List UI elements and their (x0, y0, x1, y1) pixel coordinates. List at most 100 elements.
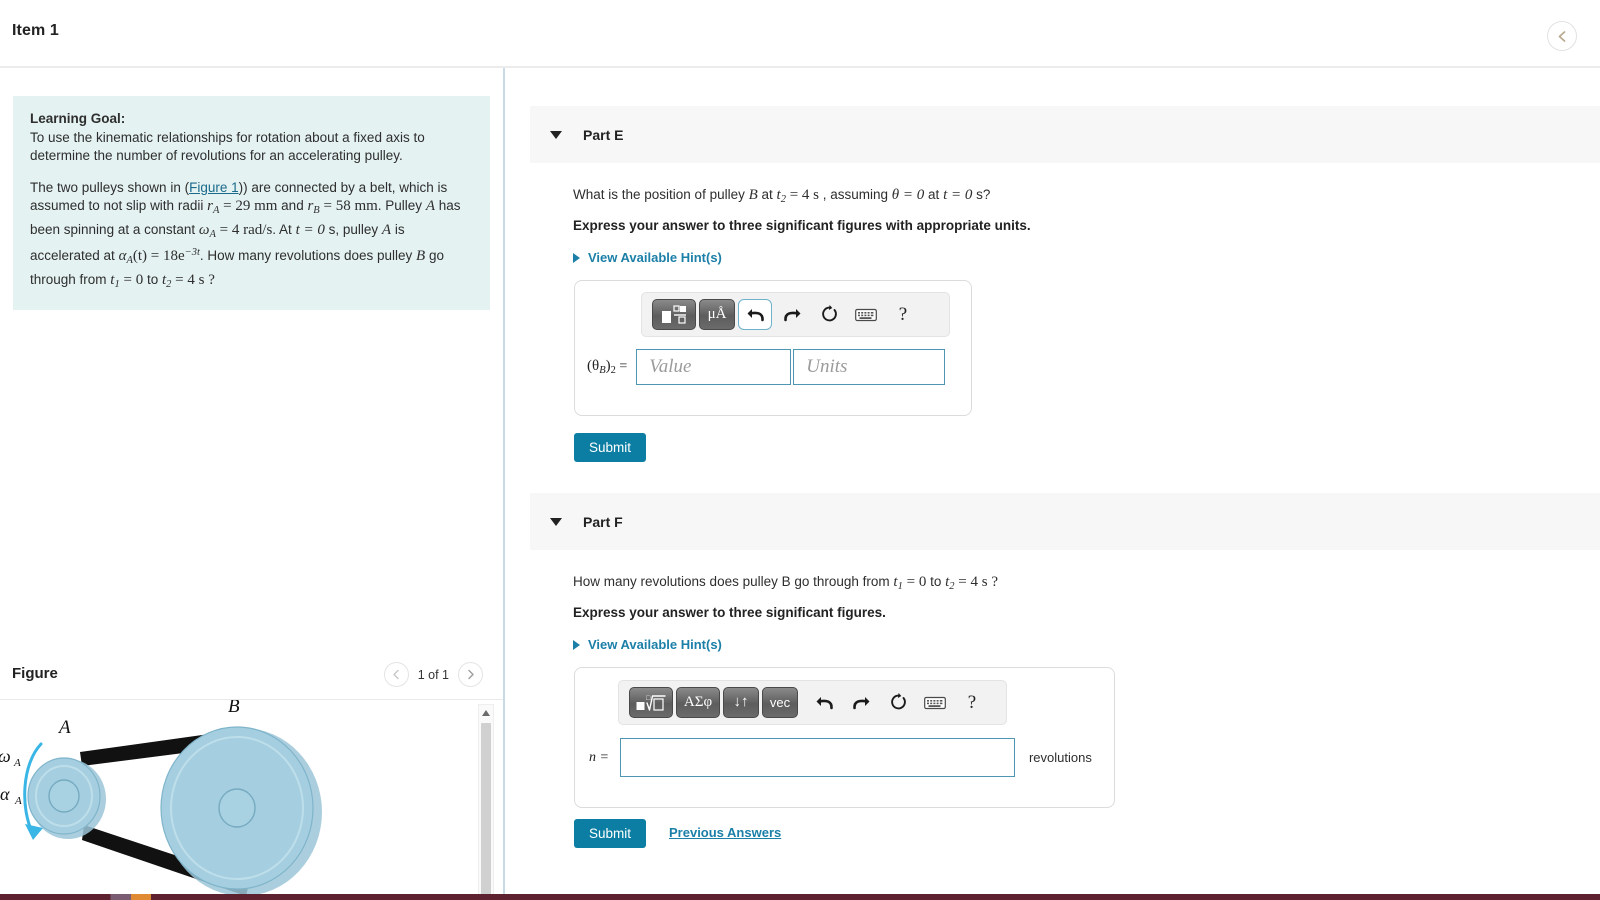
refresh-circle-icon (890, 693, 906, 710)
caret-right-icon (573, 252, 580, 263)
stmt-part-8: . How many revolutions does pulley (199, 248, 417, 263)
figure-scrollbar[interactable] (478, 704, 494, 900)
pe-q2: at (757, 187, 777, 202)
figure-next-button[interactable] (458, 662, 483, 687)
stmt-part-6: s, pulley (324, 221, 382, 237)
part-f-header[interactable]: Part F (530, 493, 1600, 550)
omega-a-figure-label: ω (0, 746, 11, 766)
figure-1-link[interactable]: Figure 1 (189, 180, 239, 195)
scroll-up-button[interactable] (479, 706, 493, 720)
svg-text:A: A (13, 757, 21, 769)
part-e-hints-label: View Available Hint(s) (588, 250, 722, 265)
redo-icon[interactable] (844, 687, 878, 718)
r-b-value: = 58 mm (323, 198, 378, 214)
keyboard-icon[interactable] (918, 687, 952, 718)
figure-navigation: 1 of 1 (383, 662, 483, 687)
pe-q1: What is the position of pulley (573, 187, 749, 202)
part-f-value-input[interactable] (619, 738, 1015, 777)
matrix-icon (662, 304, 686, 324)
r-b-subscript: B (313, 205, 320, 216)
redo-arrow-icon (783, 309, 800, 322)
redo-icon[interactable] (775, 299, 809, 330)
pulley-a-symbol-2: A (381, 221, 392, 238)
pe-theta: θ = 0 (891, 187, 925, 203)
keyboard-icon[interactable] (849, 299, 883, 330)
part-f-answer-row: n = revolutions (589, 738, 1092, 777)
part-f-submit-button[interactable]: Submit (574, 819, 647, 848)
part-f-hints-toggle[interactable]: View Available Hint(s) (573, 637, 722, 652)
template-radical-key[interactable]: □ (629, 687, 673, 718)
alpha-expression: (t) = 18e (132, 248, 185, 264)
part-f-answer-label: n = (589, 749, 609, 765)
t2-subscript: 2 (166, 278, 172, 290)
triangle-up-icon (482, 710, 490, 716)
units-micro-angstrom-key[interactable]: μÅ (699, 299, 735, 330)
stmt-and: and (277, 198, 308, 213)
figure-prev-button[interactable] (383, 662, 409, 687)
greek-symbols-key[interactable]: ΑΣφ (676, 687, 720, 718)
part-e-header[interactable]: Part E (530, 106, 1600, 163)
pe-q4: at (924, 187, 944, 202)
undo-arrow-icon (816, 697, 833, 710)
vector-key[interactable]: vec (762, 687, 798, 718)
chevron-left-icon (1558, 30, 1565, 42)
pe-q5: s? (972, 187, 991, 202)
caret-down-icon (550, 517, 562, 526)
t-zero-expr: t = 0 (295, 221, 325, 238)
part-f-question: How many revolutions does pulley B go th… (573, 572, 1223, 596)
svg-text:B: B (228, 700, 240, 717)
template-matrix-key[interactable] (652, 299, 696, 330)
radical-icon: □ (636, 694, 666, 711)
undo-icon[interactable] (738, 299, 772, 330)
part-f-math-toolbar: □ ΑΣφ ↓↑ vec ? (618, 680, 1007, 725)
reset-icon[interactable] (881, 687, 915, 718)
pe-label-eq: = (615, 359, 628, 374)
part-e-units-input[interactable]: Units (793, 349, 946, 385)
part-f-units-suffix: revolutions (1028, 750, 1092, 765)
omega-a-subscript: A (209, 228, 216, 240)
part-e-value-input[interactable]: Value (636, 349, 792, 385)
r-a-value: = 29 mm (223, 198, 278, 214)
part-f-answer-card: □ ΑΣφ ↓↑ vec ? n = revolutions (574, 667, 1115, 808)
answer-panel: Part E What is the position of pulley B … (505, 68, 1600, 900)
chevron-left-icon (392, 669, 399, 680)
stmt-part-3: . Pulley (377, 198, 426, 213)
part-e-title: Part E (583, 126, 624, 143)
t1-value: = 0 (123, 271, 144, 288)
pf-t1-sub: 1 (897, 581, 903, 592)
pf-q1: How many revolutions does pulley B go th… (573, 574, 894, 589)
pulley-belt-diagram: A B B ω A α A (0, 700, 322, 896)
r-a-subscript: A (212, 205, 220, 216)
scrollbar-thumb[interactable] (481, 723, 491, 900)
undo-icon[interactable] (807, 687, 841, 718)
part-e-hints-toggle[interactable]: View Available Hint(s) (573, 250, 722, 265)
pe-pulley-b: B (748, 187, 758, 203)
omega-a-symbol: ω (198, 221, 210, 238)
collapse-panel-button[interactable] (1547, 21, 1577, 51)
figure-counter: 1 of 1 (417, 667, 449, 682)
arrows-key[interactable]: ↓↑ (723, 687, 759, 718)
pulley-b-symbol: B (416, 248, 426, 264)
redo-arrow-icon (852, 697, 869, 710)
part-f-previous-answers-link[interactable]: Previous Answers (669, 825, 781, 840)
pf-t1-val: = 0 (906, 574, 927, 590)
caret-down-icon (550, 130, 562, 139)
pe-t: t = 0 (943, 187, 973, 203)
stmt-part-5: . At (272, 221, 296, 237)
help-question-mark: ? (898, 303, 908, 325)
learning-goal-paragraph: To use the kinematic relationships for r… (30, 129, 425, 164)
pe-q3: , assuming (822, 187, 892, 202)
reset-icon[interactable] (812, 299, 846, 330)
part-e-submit-button[interactable]: Submit (574, 433, 647, 462)
part-f-title: Part F (583, 513, 623, 530)
t2-value: = 4 s ? (175, 271, 215, 288)
taskbar-strip-left (0, 894, 503, 900)
help-icon[interactable]: ? (955, 687, 989, 718)
keyboard-glyph-icon (924, 696, 946, 709)
pf-to: to (926, 574, 946, 589)
problem-panel: Learning Goal: To use the kinematic rela… (0, 68, 503, 900)
help-question-mark: ? (967, 691, 977, 713)
svg-text:□: □ (646, 694, 651, 702)
help-icon[interactable]: ? (886, 299, 920, 330)
part-e-question: What is the position of pulley B at t2 =… (573, 185, 1173, 209)
